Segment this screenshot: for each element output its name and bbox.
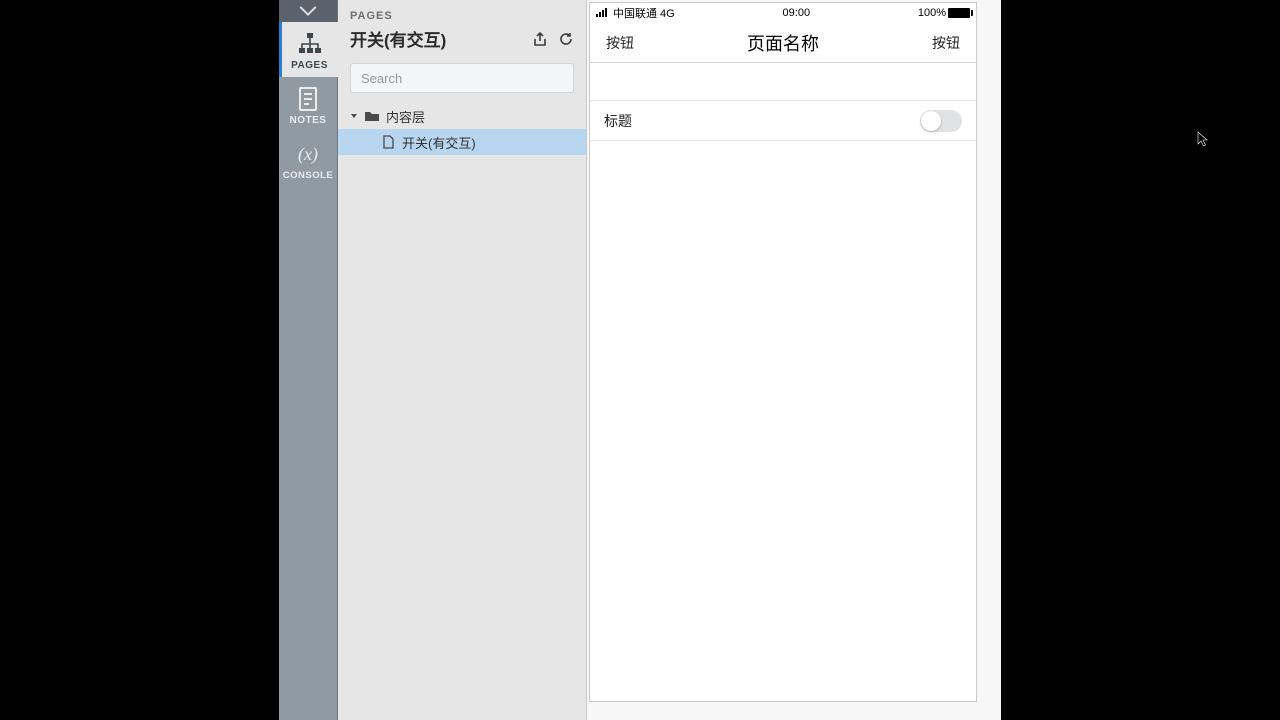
status-carrier: 中国联通 4G <box>613 5 675 21</box>
status-time: 09:00 <box>783 7 811 19</box>
device-frame: 中国联通 4G 09:00 100% 按钮 页面名称 按钮 标题 <box>589 2 977 702</box>
page-icon <box>382 135 394 149</box>
rail-tab-console-label: CONSOLE <box>283 170 333 181</box>
battery-icon <box>948 8 970 18</box>
rail-tab-pages-label: PAGES <box>291 60 328 71</box>
tree-page-label: 开关(有交互) <box>402 133 476 152</box>
preview-canvas: 中国联通 4G 09:00 100% 按钮 页面名称 按钮 标题 <box>587 0 1001 720</box>
console-icon: (x) <box>292 140 324 168</box>
rail-tab-notes-label: NOTES <box>290 115 327 126</box>
rail-tab-notes[interactable]: NOTES <box>279 77 338 132</box>
folder-icon <box>364 110 380 122</box>
tree-folder[interactable]: 内容层 <box>338 103 586 129</box>
sitemap-icon <box>294 30 326 58</box>
nav-title: 页面名称 <box>747 30 819 56</box>
panel-current-page: 开关(有交互) <box>350 26 446 51</box>
left-rail: PAGES NOTES (x) CONSOLE <box>279 0 338 720</box>
nav-left-button[interactable]: 按钮 <box>606 33 634 53</box>
panel-section-label: PAGES <box>350 10 574 22</box>
pages-panel: PAGES 开关(有交互) <box>338 0 587 720</box>
tree-folder-label: 内容层 <box>386 107 425 126</box>
tree-page[interactable]: 开关(有交互) <box>338 129 586 155</box>
switch-cell-label: 标题 <box>604 111 632 131</box>
nav-header: 按钮 页面名称 按钮 <box>590 23 976 63</box>
refresh-icon[interactable] <box>558 31 574 47</box>
rail-collapse-button[interactable] <box>279 0 337 22</box>
status-battery-pct: 100% <box>918 7 946 19</box>
status-bar: 中国联通 4G 09:00 100% <box>590 3 976 23</box>
search-input[interactable] <box>350 63 574 93</box>
mouse-cursor-icon <box>1197 131 1209 147</box>
device-body <box>590 141 976 701</box>
notes-icon <box>292 85 324 113</box>
signal-icon <box>596 7 610 20</box>
nav-right-button[interactable]: 按钮 <box>932 33 960 53</box>
switch-cell: 标题 <box>590 101 976 141</box>
blank-spacer-row <box>590 63 976 101</box>
rail-tab-console[interactable]: (x) CONSOLE <box>279 132 338 187</box>
disclosure-down-icon[interactable] <box>348 110 360 122</box>
switch-knob <box>921 111 941 131</box>
switch-toggle[interactable] <box>920 110 962 132</box>
rail-tab-pages[interactable]: PAGES <box>279 22 338 77</box>
page-tree: 内容层 开关(有交互) <box>338 101 586 157</box>
share-icon[interactable] <box>532 31 548 47</box>
